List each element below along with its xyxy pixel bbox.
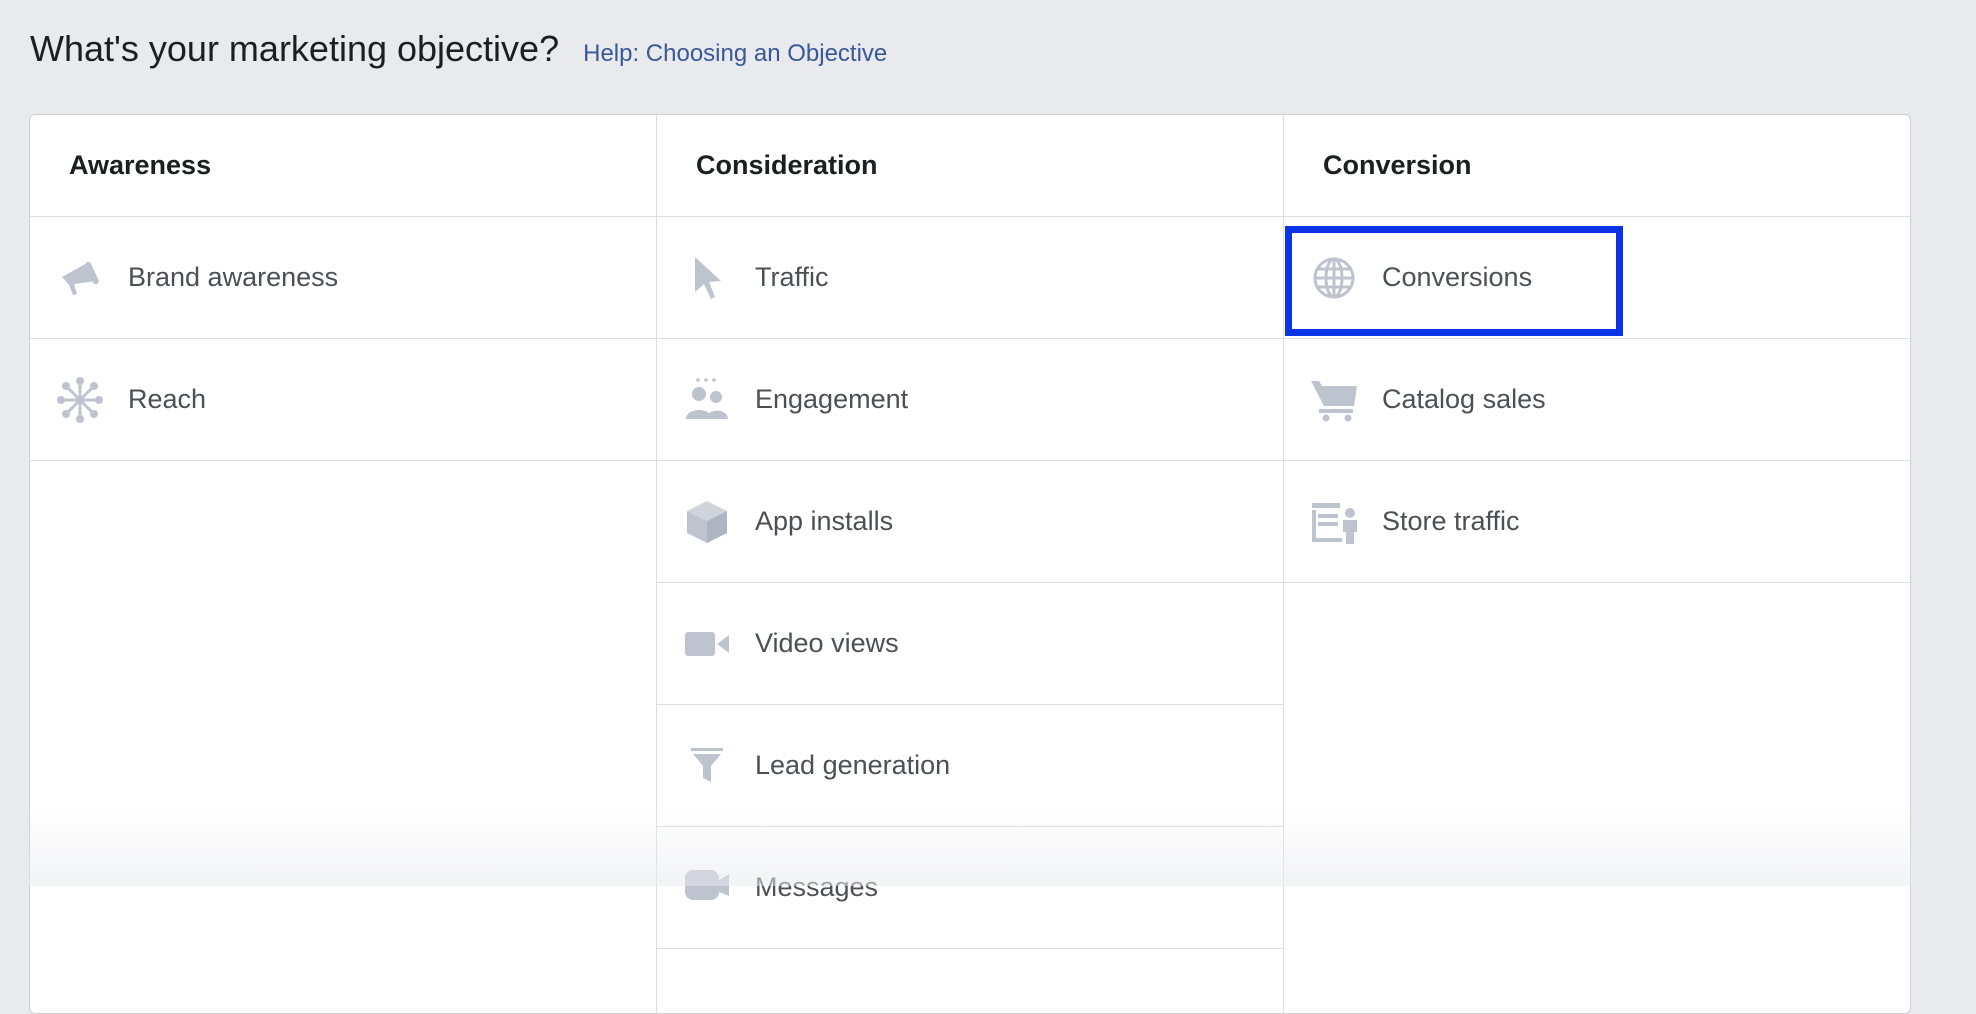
column-heading: Consideration: [657, 115, 1283, 217]
objective-reach[interactable]: Reach: [30, 339, 656, 461]
objective-label: Engagement: [755, 384, 909, 414]
box-icon: [683, 498, 731, 546]
objective-label: Messages: [755, 872, 879, 902]
column-awareness: Awareness Brand awareness Reach: [30, 115, 657, 1013]
objective-label: Catalog sales: [1382, 384, 1546, 414]
shopping-cart-icon: [1310, 376, 1358, 424]
chat-bubble-icon: [683, 864, 731, 912]
column-heading: Awareness: [30, 115, 656, 217]
objective-label: Brand awareness: [128, 262, 339, 292]
objective-label: Lead generation: [755, 750, 951, 780]
objective-conversions[interactable]: Conversions: [1284, 217, 1910, 339]
storefront-icon: [1310, 498, 1358, 546]
objective-label: Video views: [755, 628, 899, 658]
column-conversion: Conversion Conversions Catalog sales Sto…: [1284, 115, 1910, 1013]
page-title: What's your marketing objective?: [30, 28, 560, 69]
column-heading: Conversion: [1284, 115, 1910, 217]
funnel-icon: [683, 742, 731, 790]
objective-brand-awareness[interactable]: Brand awareness: [30, 217, 656, 339]
cursor-icon: [683, 254, 731, 302]
video-camera-icon: [683, 620, 731, 668]
reach-network-icon: [56, 376, 104, 424]
objective-lead-generation[interactable]: Lead generation: [657, 705, 1283, 827]
objective-video-views[interactable]: Video views: [657, 583, 1283, 705]
objective-label: Store traffic: [1382, 506, 1520, 536]
objective-label: Reach: [128, 384, 207, 414]
objective-engagement[interactable]: Engagement: [657, 339, 1283, 461]
megaphone-icon: [56, 254, 104, 302]
objective-grid: Awareness Brand awareness Reach Consider…: [29, 114, 1911, 1014]
objective-label: Conversions: [1382, 262, 1533, 292]
globe-icon: [1310, 254, 1358, 302]
people-icon: [683, 376, 731, 424]
objective-store-traffic[interactable]: Store traffic: [1284, 461, 1910, 583]
help-link[interactable]: Help: Choosing an Objective: [583, 40, 887, 68]
objective-label: App installs: [755, 506, 894, 536]
page-header: What's your marketing objective? Help: C…: [30, 28, 887, 70]
objective-messages[interactable]: Messages: [657, 827, 1283, 949]
objective-app-installs[interactable]: App installs: [657, 461, 1283, 583]
objective-traffic[interactable]: Traffic: [657, 217, 1283, 339]
objective-label: Traffic: [755, 262, 829, 292]
column-consideration: Consideration Traffic Engagement App ins…: [657, 115, 1284, 1013]
objective-catalog-sales[interactable]: Catalog sales: [1284, 339, 1910, 461]
